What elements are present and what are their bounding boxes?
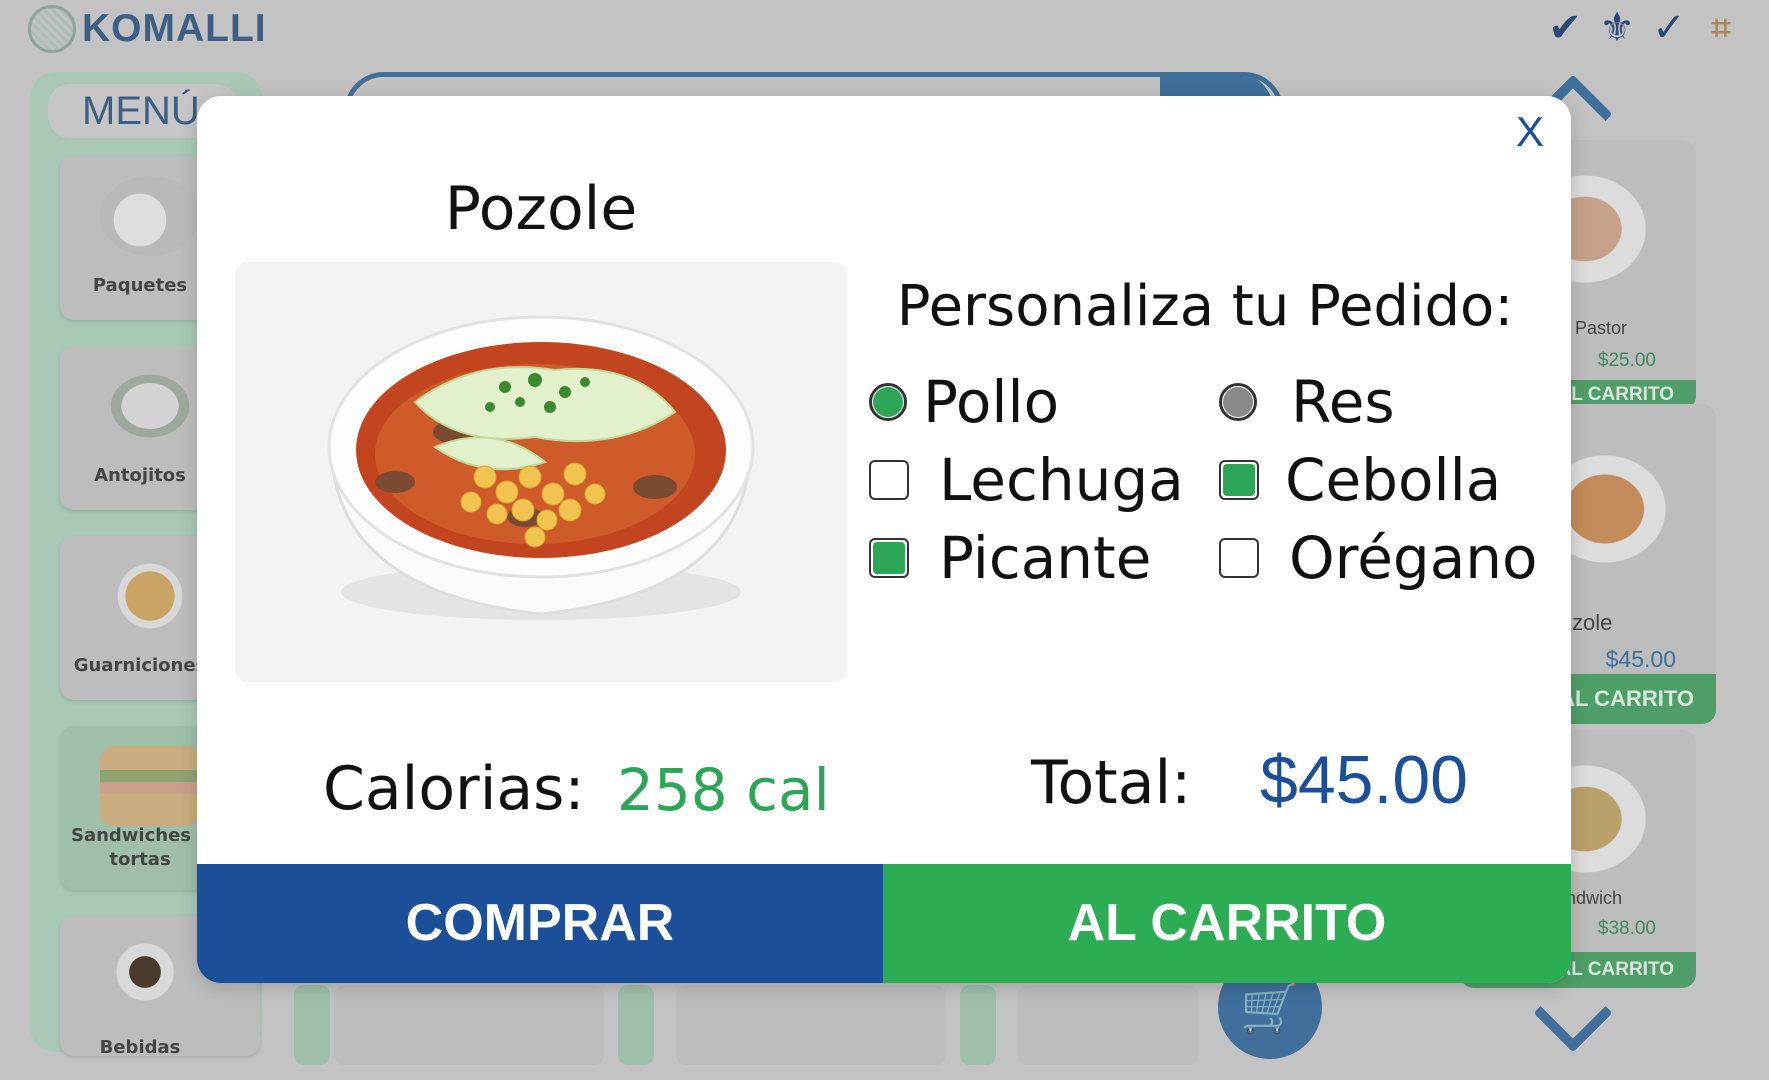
option-oregano[interactable]: Orégano xyxy=(1219,524,1538,592)
checkbox-cebolla[interactable] xyxy=(1219,460,1259,500)
product-name: l Pastor xyxy=(1566,318,1628,338)
sandwich-icon xyxy=(100,746,200,826)
calories-value: 258 cal xyxy=(617,756,830,824)
option-cebolla[interactable]: Cebolla xyxy=(1219,446,1501,514)
coffee-icon xyxy=(100,936,200,1016)
fleur-icon[interactable]: ⚜ xyxy=(1597,5,1637,51)
soup-icon xyxy=(100,556,200,636)
add-to-cart-button[interactable]: AL CARRITO xyxy=(883,864,1571,983)
radio-pollo[interactable] xyxy=(869,383,907,421)
option-label: Orégano xyxy=(1289,524,1538,592)
sidebar-item-label: Sandwiches y tortas xyxy=(70,825,209,870)
product-tile[interactable] xyxy=(1018,985,1198,1065)
product-tile[interactable] xyxy=(676,985,946,1065)
option-pollo[interactable]: Pollo xyxy=(869,368,1059,436)
pozole-bowl-image xyxy=(327,315,755,620)
customize-heading: Personaliza tu Pedido: xyxy=(896,274,1514,339)
product-tile[interactable] xyxy=(334,985,604,1065)
option-res[interactable]: Res xyxy=(1219,368,1395,436)
product-name: zole xyxy=(1572,610,1613,635)
product-price: $38.00 xyxy=(1597,918,1656,939)
sidebar-item-label: Paquetes xyxy=(92,275,188,296)
option-label: Lechuga xyxy=(939,446,1184,514)
radio-res[interactable] xyxy=(1219,383,1257,421)
product-price: $45.00 xyxy=(1605,646,1676,672)
logo-mark-icon xyxy=(28,5,76,53)
sidebar-item-label: Guarniciones xyxy=(73,655,207,676)
option-label: Res xyxy=(1291,368,1395,436)
option-lechuga[interactable]: Lechuga xyxy=(869,446,1184,514)
brand-name: KOMALLI xyxy=(82,7,267,50)
grid-strip xyxy=(618,985,654,1065)
product-customize-dialog: X Pozole Personaliza tu Pedido: Pollo Re… xyxy=(197,96,1571,983)
total-value: $45.00 xyxy=(1260,742,1468,818)
grid-strip xyxy=(960,985,996,1065)
calories-label: Calorias: xyxy=(323,754,585,824)
option-label: Picante xyxy=(939,524,1152,592)
circuit-icon[interactable]: ⌗ xyxy=(1701,6,1741,50)
grid-strip xyxy=(294,985,330,1065)
product-price: $25.00 xyxy=(1597,350,1656,371)
cart-icon: 🛒 xyxy=(1240,979,1300,1036)
checkbox-lechuga[interactable] xyxy=(869,460,909,500)
sidebar-item-label: Bebidas xyxy=(99,1037,181,1058)
product-title: Pozole xyxy=(444,174,638,244)
top-icon-bar: ✔ ⚜ ✓ ⌗ xyxy=(1545,5,1741,51)
checkbox-picante[interactable] xyxy=(869,538,909,578)
v-check-outline-icon[interactable]: ✓ xyxy=(1649,5,1689,51)
checkbox-oregano[interactable] xyxy=(1219,538,1259,578)
option-label: Pollo xyxy=(923,368,1060,436)
option-label: Cebolla xyxy=(1285,446,1502,514)
brand-logo: KOMALLI xyxy=(28,4,267,54)
product-name: ndwich xyxy=(1566,888,1623,908)
buy-button[interactable]: COMPRAR xyxy=(197,864,883,983)
total-label: Total: xyxy=(1031,748,1192,818)
option-picante[interactable]: Picante xyxy=(869,524,1151,592)
breakfast-icon xyxy=(100,176,200,256)
close-button[interactable]: X xyxy=(1505,106,1555,158)
enchiladas-icon xyxy=(100,366,200,446)
product-photo xyxy=(235,262,847,682)
sidebar-item-label: Antojitos xyxy=(94,465,186,486)
v-check-icon[interactable]: ✔ xyxy=(1545,5,1585,51)
